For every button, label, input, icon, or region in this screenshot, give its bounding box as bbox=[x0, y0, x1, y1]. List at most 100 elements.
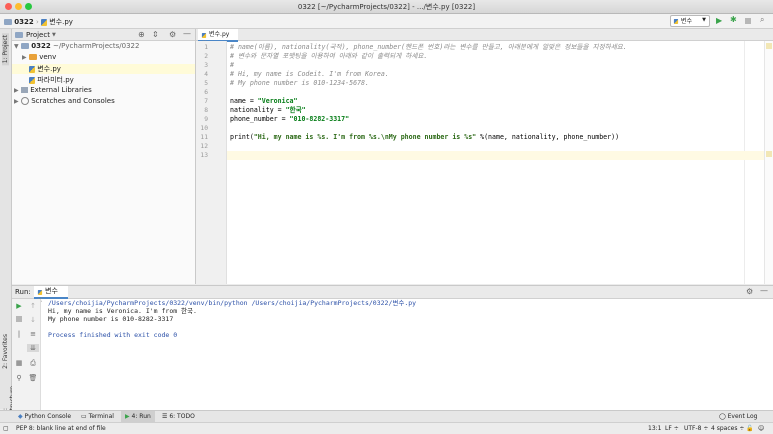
tree-item-label: Scratches and Consoles bbox=[31, 97, 115, 105]
code-editor: 변수.py × 1 2 3 4 5 6 7 8 9 10 11 12 13 # … bbox=[196, 29, 773, 284]
terminal-label: Terminal bbox=[88, 413, 114, 420]
collapse-all-icon[interactable]: ⇕ bbox=[152, 30, 159, 39]
run-configuration-dropdown[interactable]: 변수 ▼ bbox=[670, 15, 710, 27]
stop-icon[interactable] bbox=[745, 18, 751, 24]
run-tool-tab[interactable]: ▶ 4: Run bbox=[121, 411, 155, 422]
run-icon[interactable]: ▶ bbox=[716, 16, 722, 25]
tree-item-file-selected[interactable]: 변수.py bbox=[12, 64, 195, 74]
line-number: 10 bbox=[200, 125, 208, 132]
up-arrow-icon[interactable]: ↑ bbox=[27, 302, 39, 310]
restore-layout-icon[interactable]: ▦ bbox=[13, 359, 25, 367]
line-number: 11 bbox=[200, 134, 208, 141]
code-line-comment[interactable]: # 변수와 문자열 포맷팅을 이용하여 아래와 같이 출력되게 하세요. bbox=[230, 52, 427, 61]
search-icon[interactable]: ⌕ bbox=[760, 15, 764, 25]
event-log-tab[interactable]: ◯ Event Log bbox=[719, 413, 757, 420]
console-command-line[interactable]: /Users/choijia/PycharmProjects/0322/venv… bbox=[48, 299, 416, 307]
python-file-icon bbox=[29, 65, 35, 73]
favorites-tool-tab[interactable]: 2: Favorites bbox=[2, 334, 9, 369]
editor-scrollbar[interactable] bbox=[764, 41, 773, 284]
lock-icon[interactable]: 🔓 bbox=[746, 425, 753, 432]
print-icon[interactable]: ⎙ bbox=[27, 359, 39, 368]
code-line[interactable]: phone_number = "010-8282-3317" bbox=[230, 115, 349, 124]
run-tab[interactable]: 변수 × bbox=[34, 286, 68, 304]
code-line[interactable]: nationality = "한국" bbox=[230, 106, 306, 115]
scroll-to-end-icon[interactable]: ⇊ bbox=[27, 344, 39, 352]
project-view-selector[interactable]: Project bbox=[26, 31, 50, 39]
status-message[interactable]: PEP 8: blank line at end of file bbox=[16, 425, 106, 432]
code-token: name = bbox=[230, 97, 258, 105]
hide-panel-icon[interactable]: — bbox=[760, 286, 768, 295]
tree-item-venv[interactable]: ▶ venv bbox=[12, 53, 195, 63]
project-panel: Project ▼ ⊕ ⇕ ⚙ — ▼ 0322 ~/PycharmProjec… bbox=[12, 29, 196, 284]
line-number: 9 bbox=[204, 116, 208, 123]
line-number: 5 bbox=[204, 80, 208, 87]
terminal-tab[interactable]: ▭ Terminal bbox=[81, 413, 114, 420]
editor-tab-bar: 변수.py × bbox=[196, 29, 773, 46]
code-line[interactable]: print("Hi, my name is %s. I'm from %s.\n… bbox=[230, 133, 619, 142]
pause-icon[interactable]: ‖ bbox=[13, 330, 25, 338]
code-line-comment[interactable]: # My phone number is 010-1234-5678. bbox=[230, 79, 369, 88]
code-line-comment[interactable]: # bbox=[230, 61, 234, 70]
python-console-tab[interactable]: ◆ Python Console bbox=[18, 413, 71, 420]
window-title: 0322 [~/PycharmProjects/0322] - .../변수.p… bbox=[297, 3, 476, 11]
tree-item-file[interactable]: 파라미터.py bbox=[12, 75, 195, 85]
locate-icon[interactable]: ⊕ bbox=[138, 30, 145, 39]
chevron-right-icon: ▶ bbox=[14, 87, 19, 94]
console-output-line: My phone number is 010-8282-3317 bbox=[48, 315, 174, 323]
rerun-icon[interactable]: ▶ bbox=[13, 302, 25, 310]
folder-icon bbox=[21, 43, 29, 49]
trash-icon[interactable]: 🗑 bbox=[27, 374, 39, 382]
chevron-down-icon: ▼ bbox=[14, 43, 19, 50]
run-tab-label: 변수 bbox=[45, 287, 58, 295]
line-separator[interactable]: LF ÷ bbox=[665, 425, 679, 432]
python-file-icon bbox=[29, 76, 35, 84]
warning-marker[interactable] bbox=[766, 151, 772, 157]
chevron-down-icon[interactable]: ▼ bbox=[52, 32, 56, 38]
file-encoding[interactable]: UTF-8 ÷ bbox=[684, 425, 708, 432]
run-tool-label: 4: Run bbox=[131, 413, 151, 420]
chevron-down-icon: ▼ bbox=[702, 17, 706, 23]
run-icon: ▶ bbox=[125, 413, 130, 420]
caret-position[interactable]: 13:1 bbox=[648, 425, 661, 432]
gear-icon[interactable]: ⚙ bbox=[169, 30, 176, 39]
indent-setting[interactable]: 4 spaces ÷ bbox=[711, 425, 744, 432]
tool-windows-icon[interactable]: ▢ bbox=[3, 425, 9, 432]
python-file-icon bbox=[673, 19, 679, 24]
code-token: phone_number = bbox=[230, 115, 290, 123]
line-number: 2 bbox=[204, 53, 208, 60]
tree-item-external-libraries[interactable]: ▶ External Libraries bbox=[12, 86, 195, 96]
code-line[interactable]: name = "Veronica" bbox=[230, 97, 298, 106]
warning-marker[interactable] bbox=[766, 43, 772, 49]
todo-icon: ☰ bbox=[162, 413, 168, 420]
python-file-icon bbox=[37, 289, 43, 295]
debug-icon[interactable]: ✱ bbox=[730, 15, 737, 24]
stop-icon[interactable] bbox=[13, 316, 25, 324]
hide-panel-icon[interactable]: — bbox=[183, 29, 191, 38]
navigation-bar: 0322 › 변수.py 변수 ▼ ▶ ✱ ⌕ bbox=[0, 14, 773, 29]
project-panel-header: Project ▼ ⊕ ⇕ ⚙ — bbox=[12, 29, 195, 41]
tree-item-scratches[interactable]: ▶ Scratches and Consoles bbox=[12, 97, 195, 107]
line-number: 8 bbox=[204, 107, 208, 114]
breadcrumb-project[interactable]: 0322 bbox=[14, 18, 33, 26]
todo-tab[interactable]: ☰ 6: TODO bbox=[162, 413, 195, 420]
tree-item-project-root[interactable]: ▼ 0322 ~/PycharmProjects/0322 bbox=[12, 42, 195, 52]
down-arrow-icon[interactable]: ↓ bbox=[27, 316, 39, 324]
tree-item-label: 0322 bbox=[31, 42, 51, 50]
chevron-right-icon: ▶ bbox=[22, 54, 27, 61]
python-file-icon bbox=[201, 33, 207, 38]
inspector-icon[interactable]: ☺ bbox=[758, 425, 764, 432]
right-margin-guide bbox=[744, 41, 745, 284]
code-line-comment[interactable]: # Hi, my name is Codeit. I'm from Korea. bbox=[230, 70, 389, 79]
breadcrumb-file[interactable]: 변수.py bbox=[49, 18, 73, 26]
library-icon bbox=[21, 87, 28, 93]
current-line-highlight bbox=[227, 151, 764, 160]
soft-wrap-icon[interactable]: ≡ bbox=[27, 330, 39, 338]
chevron-right-icon: ▶ bbox=[14, 98, 19, 105]
code-line-comment[interactable]: # name(이름), nationality(국적), phone_numbe… bbox=[230, 43, 627, 52]
project-tool-tab[interactable]: 1: Project bbox=[2, 33, 9, 66]
tree-item-label: 변수.py bbox=[37, 65, 61, 73]
bottom-tool-bar: ◆ Python Console ▭ Terminal ▶ 4: Run ☰ 6… bbox=[0, 410, 773, 422]
run-toolbar: ▶ ↑ ↓ ‖ ≡ ⇊ ▦ ⎙ ⚲ 🗑 bbox=[12, 299, 41, 410]
pin-icon[interactable]: ⚲ bbox=[13, 374, 25, 382]
gear-icon[interactable]: ⚙ bbox=[746, 287, 753, 296]
